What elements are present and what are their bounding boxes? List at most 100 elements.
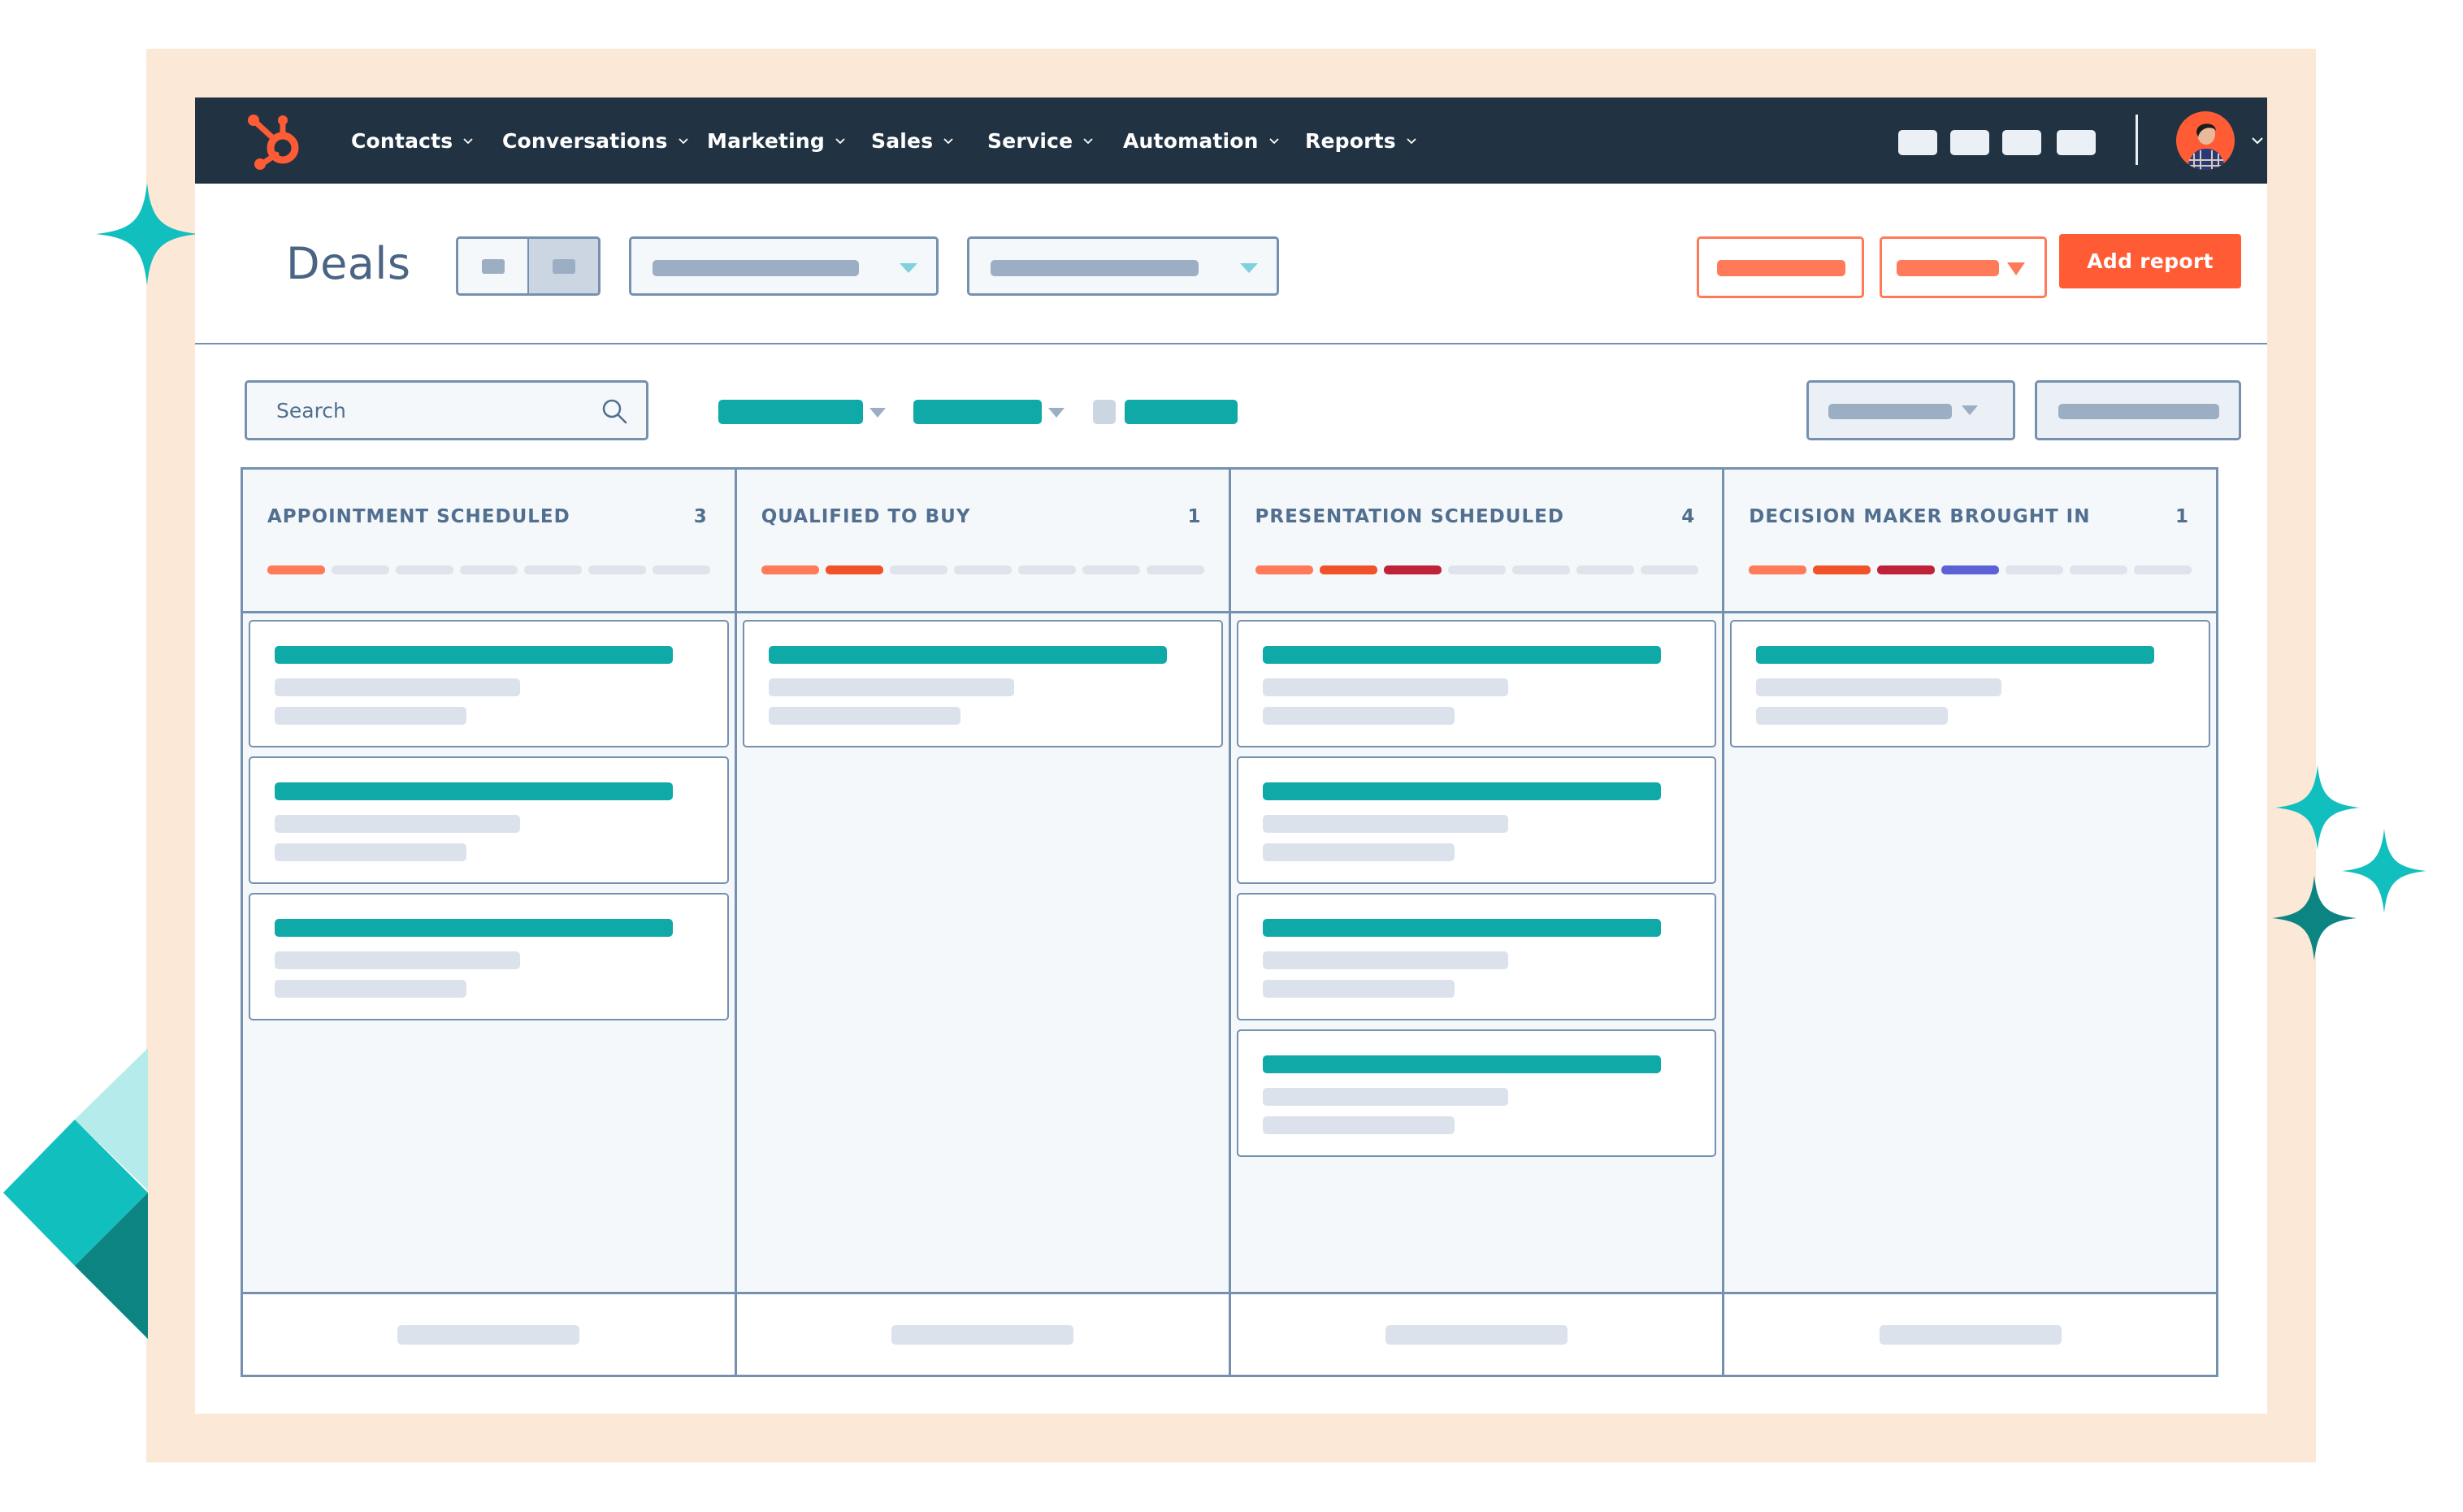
utility-icon-2[interactable]	[1950, 130, 1989, 155]
list-view-icon	[552, 258, 575, 274]
board-column: DECISION MAKER BROUGHT IN 1	[1724, 470, 2216, 1375]
caret-down-icon[interactable]	[869, 408, 886, 418]
deal-name-placeholder	[768, 646, 1167, 664]
dropdown-value-placeholder	[991, 260, 1199, 276]
chevron-down-icon	[1083, 138, 1093, 145]
nav-service[interactable]: Service	[987, 97, 1094, 184]
nav-contacts[interactable]: Contacts	[351, 97, 474, 184]
deal-card[interactable]	[742, 620, 1223, 747]
column-title: DECISION MAKER BROUGHT IN	[1749, 506, 2091, 527]
deal-detail-placeholder	[768, 678, 1014, 696]
search-input[interactable]: Search	[245, 380, 648, 440]
stage-segment	[1146, 565, 1204, 574]
stage-segment	[2070, 565, 2128, 574]
deal-card[interactable]	[1730, 620, 2210, 747]
app-window: Contacts Conversations Marketing Sales S…	[195, 97, 2267, 1414]
nav-conversations[interactable]: Conversations	[502, 97, 689, 184]
column-title: QUALIFIED TO BUY	[761, 506, 971, 527]
deal-detail-placeholder	[1262, 1088, 1508, 1106]
filter-date[interactable]	[913, 400, 1042, 424]
deal-detail-placeholder	[275, 980, 466, 998]
board-settings-button[interactable]	[2035, 380, 2241, 440]
stage-progress	[267, 565, 710, 574]
view-dropdown[interactable]	[967, 236, 1279, 296]
pipeline-dropdown[interactable]	[629, 236, 939, 296]
secondary-action-button[interactable]	[1697, 236, 1864, 298]
chevron-down-icon	[943, 138, 953, 145]
stage-segment	[653, 565, 710, 574]
stage-segment	[396, 565, 453, 574]
chevron-down-icon	[1407, 138, 1416, 145]
column-header: QUALIFIED TO BUY 1	[736, 470, 1229, 613]
stage-progress	[1255, 565, 1698, 574]
deal-card[interactable]	[1236, 893, 1717, 1020]
stage-segment	[588, 565, 646, 574]
search-icon[interactable]	[601, 397, 628, 425]
column-count: 4	[1681, 506, 1695, 527]
user-avatar-icon	[2188, 123, 2225, 170]
column-title: APPOINTMENT SCHEDULED	[267, 506, 570, 527]
stage-segment	[889, 565, 947, 574]
view-toggle[interactable]	[456, 236, 601, 296]
board-view-button[interactable]	[458, 239, 527, 293]
deal-detail-placeholder	[768, 707, 960, 725]
stage-segment	[2006, 565, 2064, 574]
nav-divider	[2136, 115, 2138, 165]
stage-segment	[332, 565, 389, 574]
board-view-icon	[481, 258, 505, 274]
utility-icon-4[interactable]	[2057, 130, 2096, 155]
sparkle-icon	[2272, 876, 2357, 960]
deal-name-placeholder	[1262, 782, 1661, 800]
caret-down-icon[interactable]	[1048, 408, 1065, 418]
deal-detail-placeholder	[275, 678, 520, 696]
nav-sales[interactable]: Sales	[871, 97, 954, 184]
deal-card[interactable]	[1236, 1029, 1717, 1157]
nav-reports[interactable]: Reports	[1305, 97, 1417, 184]
board-column: PRESENTATION SCHEDULED 4	[1230, 470, 1725, 1375]
board-options-dropdown[interactable]	[1806, 380, 2015, 440]
header-divider	[195, 343, 2267, 344]
search-placeholder: Search	[276, 398, 346, 422]
stage-segment	[1877, 565, 1936, 574]
board-column: QUALIFIED TO BUY 1	[736, 470, 1231, 1375]
deal-detail-placeholder	[1262, 843, 1455, 861]
actions-dropdown-button[interactable]	[1880, 236, 2047, 298]
column-total-placeholder	[1879, 1324, 2062, 1345]
deal-card[interactable]	[249, 620, 729, 747]
column-header: APPOINTMENT SCHEDULED 3	[243, 470, 735, 613]
stage-segment	[1255, 565, 1313, 574]
nav-automation[interactable]: Automation	[1123, 97, 1280, 184]
deal-name-placeholder	[1262, 919, 1661, 937]
deal-detail-placeholder	[275, 707, 466, 725]
deal-detail-placeholder	[275, 843, 466, 861]
chevron-down-icon[interactable]	[2251, 136, 2264, 145]
nav-label: Sales	[871, 128, 934, 153]
deal-name-placeholder	[275, 646, 673, 664]
nav-marketing[interactable]: Marketing	[707, 97, 846, 184]
stage-segment	[524, 565, 582, 574]
filter-checkbox[interactable]	[1093, 400, 1116, 424]
deal-name-placeholder	[275, 919, 673, 937]
hubspot-logo-icon[interactable]	[245, 112, 307, 171]
button-label-placeholder	[1717, 260, 1845, 276]
caret-down-icon	[2007, 262, 2025, 275]
utility-icon-3[interactable]	[2002, 130, 2041, 155]
avatar[interactable]	[2176, 111, 2235, 170]
deal-card[interactable]	[1236, 756, 1717, 884]
utility-icon-1[interactable]	[1898, 130, 1937, 155]
add-report-button[interactable]: Add report	[2059, 234, 2241, 288]
nav-label: Contacts	[351, 128, 453, 153]
deal-detail-placeholder	[275, 815, 520, 833]
stage-progress	[761, 565, 1204, 574]
list-view-button[interactable]	[527, 239, 598, 293]
filter-owner[interactable]	[718, 400, 863, 424]
deal-card[interactable]	[249, 756, 729, 884]
column-total-placeholder	[1385, 1324, 1568, 1345]
deal-card[interactable]	[1236, 620, 1717, 747]
filter-label[interactable]	[1125, 400, 1238, 424]
deal-card[interactable]	[249, 893, 729, 1020]
column-title: PRESENTATION SCHEDULED	[1255, 506, 1564, 527]
column-footer	[1724, 1292, 2216, 1375]
button-label-placeholder	[2058, 404, 2219, 419]
deal-detail-placeholder	[1262, 678, 1508, 696]
